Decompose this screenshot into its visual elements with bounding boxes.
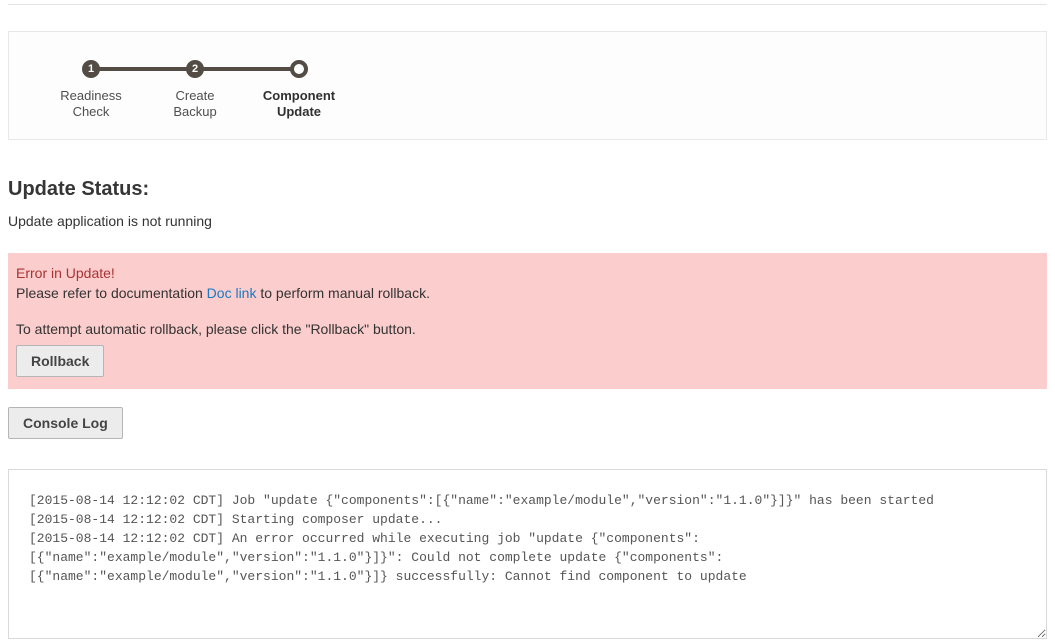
error-line1-prefix: Please refer to documentation bbox=[16, 285, 207, 301]
wizard-connector bbox=[91, 67, 195, 71]
wizard-node-num: 1 bbox=[88, 63, 94, 75]
wizard-node-2: 2 bbox=[186, 60, 204, 78]
wizard-node-current bbox=[290, 60, 308, 78]
update-status-heading: Update Status: bbox=[8, 178, 1047, 201]
wizard-step-label: Create Backup bbox=[173, 88, 216, 121]
wizard-progress: 1 Readiness Check 2 Create Backup Compon… bbox=[8, 31, 1047, 140]
error-title: Error in Update! bbox=[16, 265, 115, 281]
wizard-step-label: Component Update bbox=[263, 88, 335, 121]
error-line2: To attempt automatic rollback, please cl… bbox=[16, 321, 416, 337]
console-log-button[interactable]: Console Log bbox=[8, 407, 123, 439]
error-banner: Error in Update! Please refer to documen… bbox=[8, 253, 1047, 390]
update-status-text: Update application is not running bbox=[8, 213, 1047, 229]
error-line1-suffix: to perform manual rollback. bbox=[256, 285, 430, 301]
wizard-connector bbox=[195, 67, 299, 71]
console-output[interactable]: [2015-08-14 12:12:02 CDT] Job "update {"… bbox=[8, 469, 1047, 639]
wizard-node-1: 1 bbox=[82, 60, 100, 78]
wizard-step-label: Readiness Check bbox=[60, 88, 121, 121]
wizard-node-num: 2 bbox=[192, 63, 198, 75]
wizard-step-readiness: 1 Readiness Check bbox=[39, 60, 143, 121]
rollback-button[interactable]: Rollback bbox=[16, 345, 104, 377]
top-rule bbox=[8, 4, 1047, 5]
doc-link[interactable]: Doc link bbox=[207, 285, 257, 301]
